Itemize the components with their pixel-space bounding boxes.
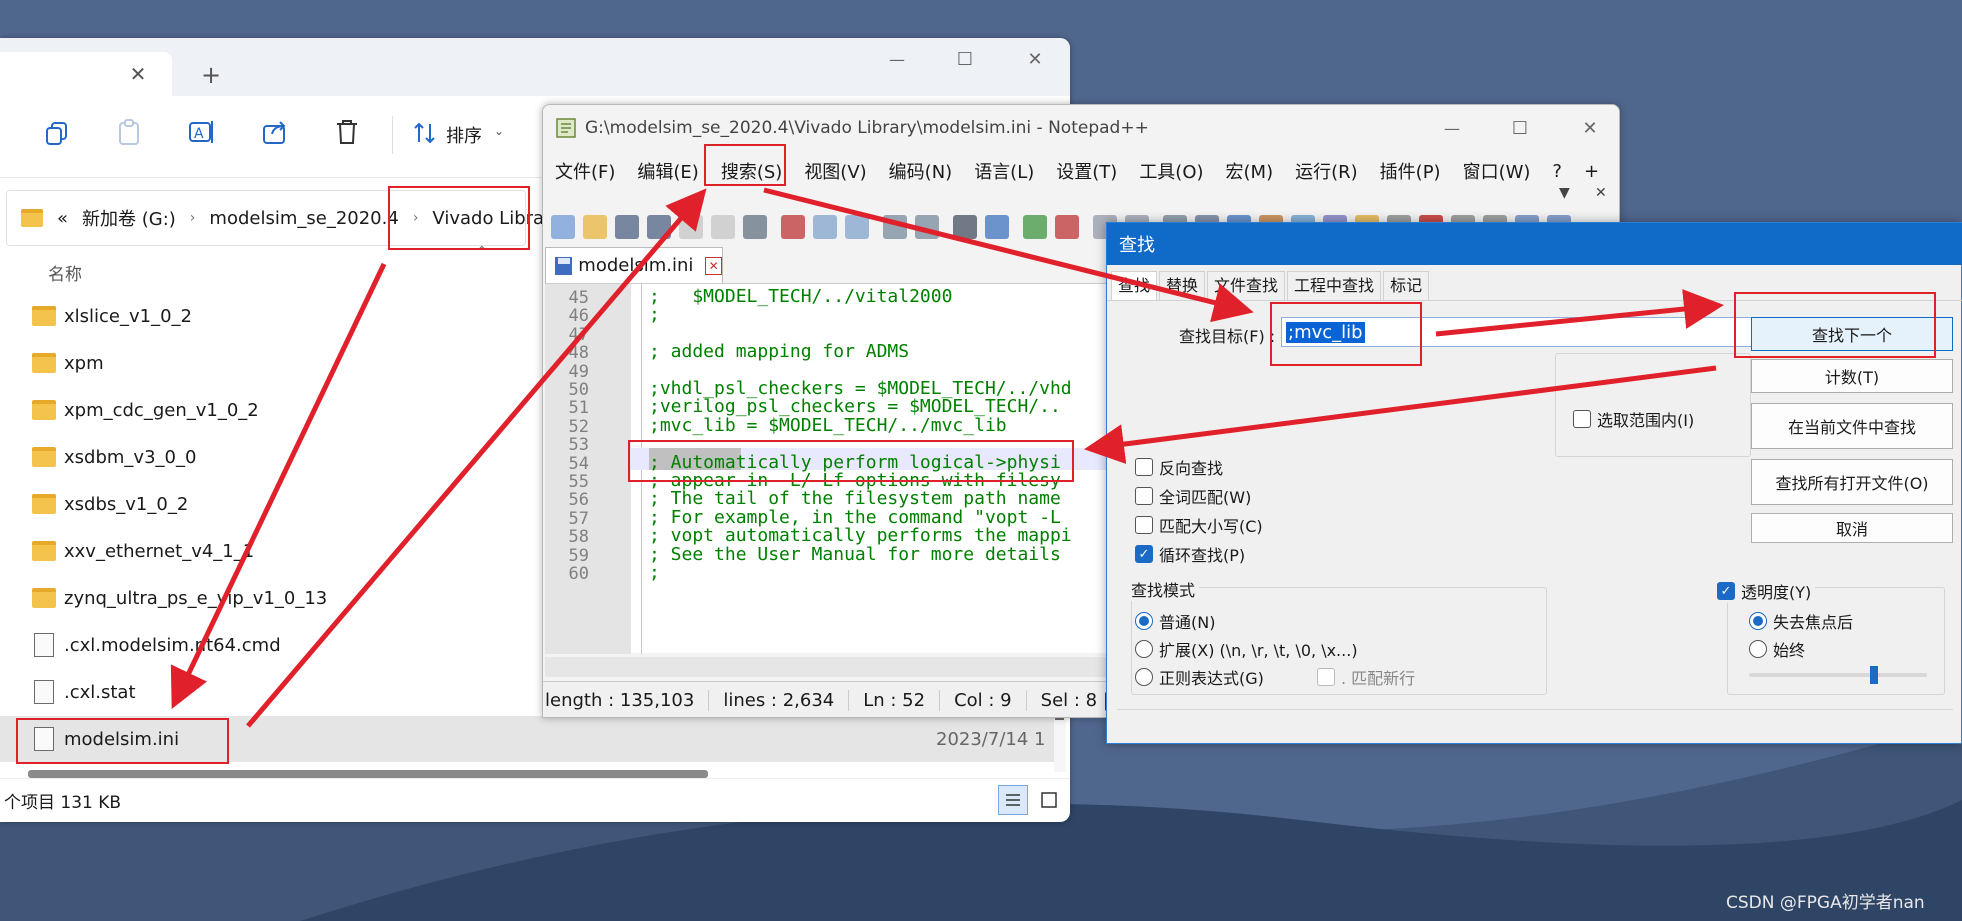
arrow-to-find-next — [1435, 289, 1724, 337]
arrow-to-modelsim-ini — [170, 262, 387, 710]
arrow-to-mvc-lib-line — [1084, 365, 1717, 465]
arrow-to-search-menu — [246, 188, 707, 728]
annotation-arrows — [170, 187, 1724, 728]
arrow-to-find-target — [763, 187, 1254, 323]
